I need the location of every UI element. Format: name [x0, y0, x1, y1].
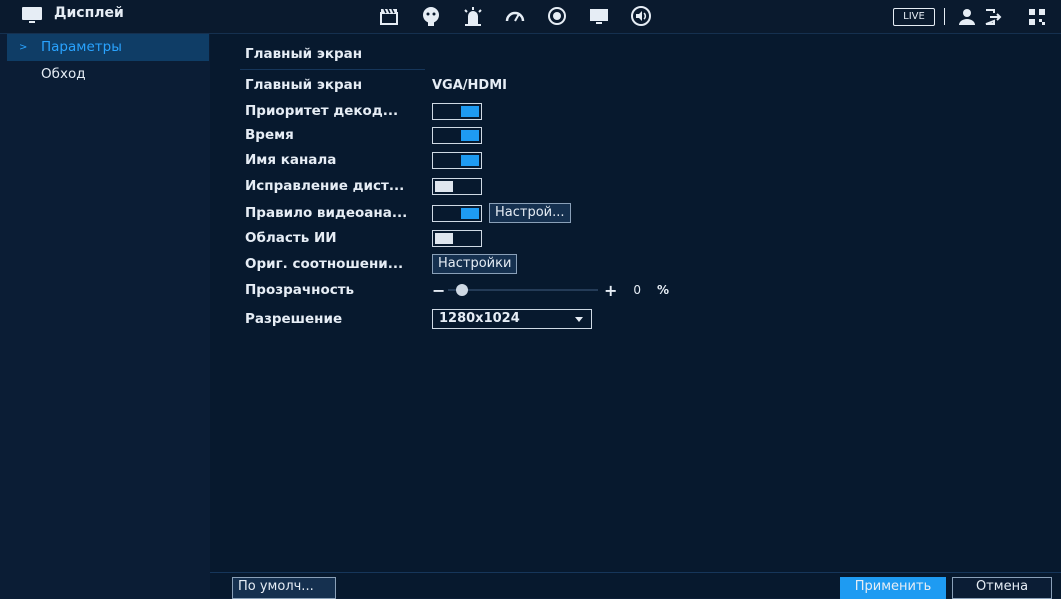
original-ratio-settings-button[interactable]: Настройки: [432, 254, 518, 274]
row-transparency: Прозрачность − + 0 %: [245, 279, 669, 301]
row-label: Правило видеоана...: [245, 205, 408, 221]
ai-area-toggle[interactable]: [432, 229, 482, 247]
chevron-right-icon: >: [19, 42, 28, 53]
toggle-knob: [461, 105, 479, 117]
row-label: Прозрачность: [245, 282, 355, 298]
cancel-button[interactable]: Отмена: [952, 577, 1052, 599]
distortion-correction-toggle[interactable]: [432, 177, 482, 195]
default-button[interactable]: По умолч...: [232, 577, 336, 599]
window-title-text: Дисплей: [54, 5, 124, 21]
main-panel: Главный экран Главный экран VGA/HDMI При…: [210, 34, 1061, 599]
row-video-analytics-rule: Правило видеоана... Настрой...: [245, 202, 571, 224]
resolution-value: 1280x1024: [439, 311, 520, 326]
transparency-value: 0: [633, 283, 642, 297]
decode-priority-toggle[interactable]: [432, 102, 482, 120]
clapperboard-icon[interactable]: [377, 4, 401, 28]
row-label: Имя канала: [245, 152, 337, 168]
top-bar: Дисплей LIVE: [0, 0, 1061, 34]
sidebar-item-label: Обход: [41, 66, 86, 82]
sidebar: > Параметры Обход: [7, 34, 209, 598]
volume-icon[interactable]: [629, 4, 653, 28]
row-resolution: Разрешение 1280x1024: [245, 308, 592, 330]
row-label: Приоритет декод...: [245, 103, 399, 119]
user-icon[interactable]: [957, 7, 977, 27]
record-icon[interactable]: [545, 4, 569, 28]
video-analytics-toggle[interactable]: [432, 204, 482, 222]
window-title: Дисплей: [22, 5, 124, 23]
qr-icon[interactable]: [1027, 7, 1047, 27]
row-main-screen: Главный экран VGA/HDMI: [245, 74, 507, 96]
resolution-select[interactable]: 1280x1024: [432, 309, 592, 329]
toggle-knob: [435, 232, 453, 244]
display-icon: [22, 6, 42, 23]
row-ai-area: Область ИИ: [245, 227, 482, 249]
apply-button[interactable]: Применить: [840, 577, 946, 599]
live-button[interactable]: LIVE: [893, 8, 935, 26]
monitor-icon[interactable]: [587, 4, 611, 28]
row-time: Время: [245, 124, 482, 146]
row-label: Область ИИ: [245, 230, 337, 246]
row-label: Главный экран: [245, 77, 363, 93]
row-label: Ориг. соотношени...: [245, 256, 404, 272]
toggle-knob: [461, 207, 479, 219]
row-label: Разрешение: [245, 311, 343, 327]
toggle-knob: [435, 180, 453, 192]
logout-icon[interactable]: [983, 7, 1003, 27]
time-toggle[interactable]: [432, 126, 482, 144]
video-analytics-settings-button[interactable]: Настрой...: [489, 203, 571, 223]
main-screen-value: VGA/HDMI: [432, 77, 507, 93]
transparency-slider[interactable]: − + 0 %: [432, 281, 669, 300]
slider-track[interactable]: [448, 284, 598, 296]
row-original-ratio: Ориг. соотношени... Настройки: [245, 253, 518, 275]
row-label: Исправление дист...: [245, 178, 405, 194]
row-channel-name: Имя канала: [245, 149, 482, 171]
sidebar-item-label: Параметры: [41, 39, 122, 55]
alarm-icon[interactable]: [461, 4, 485, 28]
slider-thumb[interactable]: [456, 284, 468, 296]
chevron-down-icon: [575, 317, 583, 322]
row-distortion-correction: Исправление дист...: [245, 175, 482, 197]
channel-name-toggle[interactable]: [432, 151, 482, 169]
minus-icon[interactable]: −: [432, 281, 445, 300]
toggle-knob: [461, 154, 479, 166]
row-decode-priority: Приоритет декод...: [245, 100, 482, 122]
sidebar-item-parameters[interactable]: > Параметры: [7, 34, 209, 61]
plus-icon[interactable]: +: [604, 281, 617, 300]
sidebar-item-tour[interactable]: Обход: [7, 61, 209, 88]
section-divider: [240, 69, 425, 70]
gauge-icon[interactable]: [503, 4, 527, 28]
transparency-unit: %: [657, 283, 670, 297]
face-icon[interactable]: [419, 4, 443, 28]
divider: [944, 8, 945, 25]
toggle-knob: [461, 129, 479, 141]
top-icon-bar: [377, 4, 671, 28]
section-title: Главный экран: [245, 46, 363, 62]
row-label: Время: [245, 127, 294, 143]
footer-divider: [210, 572, 1061, 573]
